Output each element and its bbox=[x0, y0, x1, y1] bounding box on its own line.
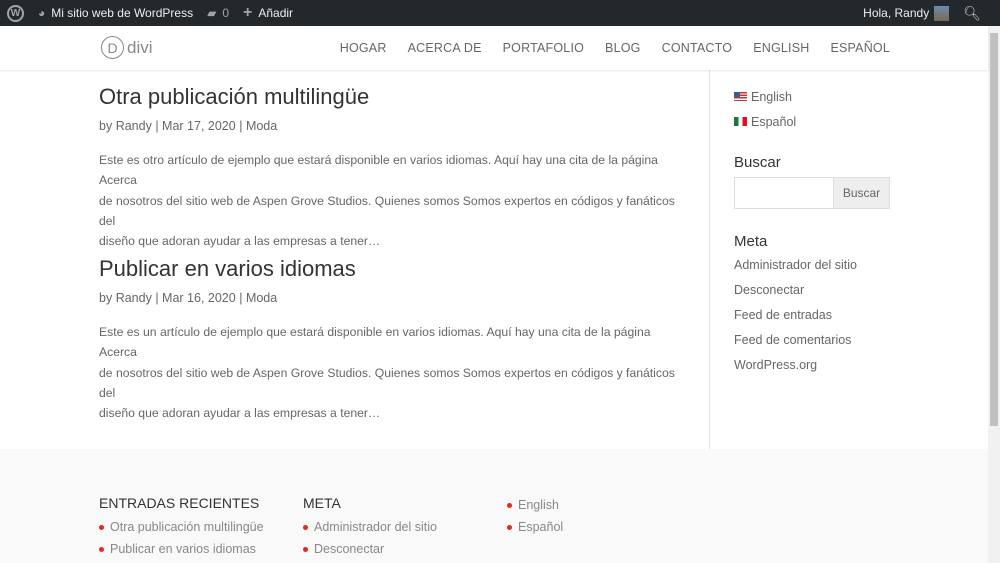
sidebar-divider bbox=[709, 70, 710, 449]
nav-blog[interactable]: BLOG bbox=[605, 41, 641, 55]
category-link[interactable]: Moda bbox=[246, 119, 277, 133]
avatar bbox=[934, 5, 950, 21]
plus-icon: + bbox=[243, 4, 253, 21]
search-submit-button[interactable]: Buscar bbox=[833, 177, 890, 209]
scrollbar-thumb[interactable] bbox=[990, 33, 998, 426]
us-flag-icon bbox=[734, 92, 747, 101]
account-menu[interactable]: Hola, Randy bbox=[856, 0, 956, 26]
wordpress-logo-button[interactable]: W bbox=[0, 0, 31, 26]
nav-espanol[interactable]: ESPAÑOL bbox=[830, 41, 890, 55]
search-form: Buscar bbox=[734, 177, 894, 209]
post: Publicar en varios idiomas by Randy | Ma… bbox=[99, 256, 689, 423]
footer-link[interactable]: Desconectar bbox=[303, 538, 437, 560]
nav-contacto[interactable]: CONTACTO bbox=[662, 41, 733, 55]
meta-link-comments-feed[interactable]: Feed de comentarios bbox=[734, 328, 894, 353]
comment-icon: ▰ bbox=[207, 6, 217, 20]
meta-widget-title: Meta bbox=[734, 233, 768, 250]
main-nav: HOGAR ACERCA DE PORTAFOLIO BLOG CONTACTO… bbox=[340, 41, 890, 55]
meta-link-wordpress-org[interactable]: WordPress.org bbox=[734, 353, 894, 378]
footer-meta: META Administrador del sitio Desconectar bbox=[303, 495, 437, 560]
nav-acerca-de[interactable]: ACERCA DE bbox=[408, 41, 482, 55]
author-link[interactable]: Randy bbox=[116, 119, 152, 133]
post-excerpt: Este es un artículo de ejemplo que estar… bbox=[99, 325, 675, 421]
footer-link[interactable]: Otra publicación multilingüe bbox=[99, 516, 264, 538]
footer-language-espanol[interactable]: Español bbox=[507, 516, 563, 538]
language-espanol[interactable]: Español bbox=[734, 109, 894, 134]
dashboard-icon: ◕ bbox=[38, 6, 46, 20]
nav-portafolio[interactable]: PORTAFOLIO bbox=[503, 41, 584, 55]
site-logo[interactable]: Ddivi bbox=[101, 36, 153, 59]
search-icon: 🔍︎ bbox=[963, 4, 981, 21]
admin-bar: W ◕ Mi sitio web de WordPress ▰ 0 + Añadir … bbox=[0, 0, 1000, 26]
footer-recent-posts: ENTRADAS RECIENTES Otra publicación mult… bbox=[99, 495, 264, 560]
search-button[interactable]: 🔍︎ bbox=[956, 0, 988, 26]
site-header: Ddivi HOGAR ACERCA DE PORTAFOLIO BLOG CO… bbox=[0, 26, 988, 70]
footer-language-english[interactable]: English bbox=[507, 494, 563, 516]
comments-link[interactable]: ▰ 0 bbox=[200, 0, 236, 26]
meta-link-logout[interactable]: Desconectar bbox=[734, 278, 894, 303]
category-link[interactable]: Moda bbox=[246, 291, 277, 305]
post-excerpt: Este es otro artículo de ejemplo que est… bbox=[99, 153, 675, 249]
post-meta: by Randy | Mar 16, 2020 | Moda bbox=[99, 291, 278, 305]
search-widget-title: Buscar bbox=[734, 154, 781, 171]
mexico-flag-icon bbox=[734, 117, 747, 126]
wordpress-icon: W bbox=[7, 4, 24, 22]
post-title[interactable]: Otra publicación multilingüe bbox=[99, 84, 689, 110]
author-link[interactable]: Randy bbox=[116, 291, 152, 305]
nav-english[interactable]: ENGLISH bbox=[753, 41, 809, 55]
footer-languages: English Español bbox=[507, 494, 563, 538]
add-new-link[interactable]: + Añadir bbox=[236, 0, 300, 26]
nav-hogar[interactable]: HOGAR bbox=[340, 41, 387, 55]
site-name-link[interactable]: ◕ Mi sitio web de WordPress bbox=[31, 0, 200, 26]
footer: ENTRADAS RECIENTES Otra publicación mult… bbox=[0, 449, 988, 563]
post-title[interactable]: Publicar en varios idiomas bbox=[99, 256, 689, 282]
post-meta: by Randy | Mar 17, 2020 | Moda bbox=[99, 119, 278, 133]
sidebar: English Español Buscar Buscar Meta Admin… bbox=[734, 70, 894, 378]
meta-link-entries-feed[interactable]: Feed de entradas bbox=[734, 303, 894, 328]
language-english[interactable]: English bbox=[734, 84, 894, 109]
post: Otra publicación multilingüe by Randy | … bbox=[99, 84, 689, 251]
footer-link[interactable]: Publicar en varios idiomas bbox=[99, 538, 264, 560]
footer-link[interactable]: Administrador del sitio bbox=[303, 516, 437, 538]
meta-link-admin[interactable]: Administrador del sitio bbox=[734, 253, 894, 278]
search-input[interactable] bbox=[734, 177, 833, 209]
